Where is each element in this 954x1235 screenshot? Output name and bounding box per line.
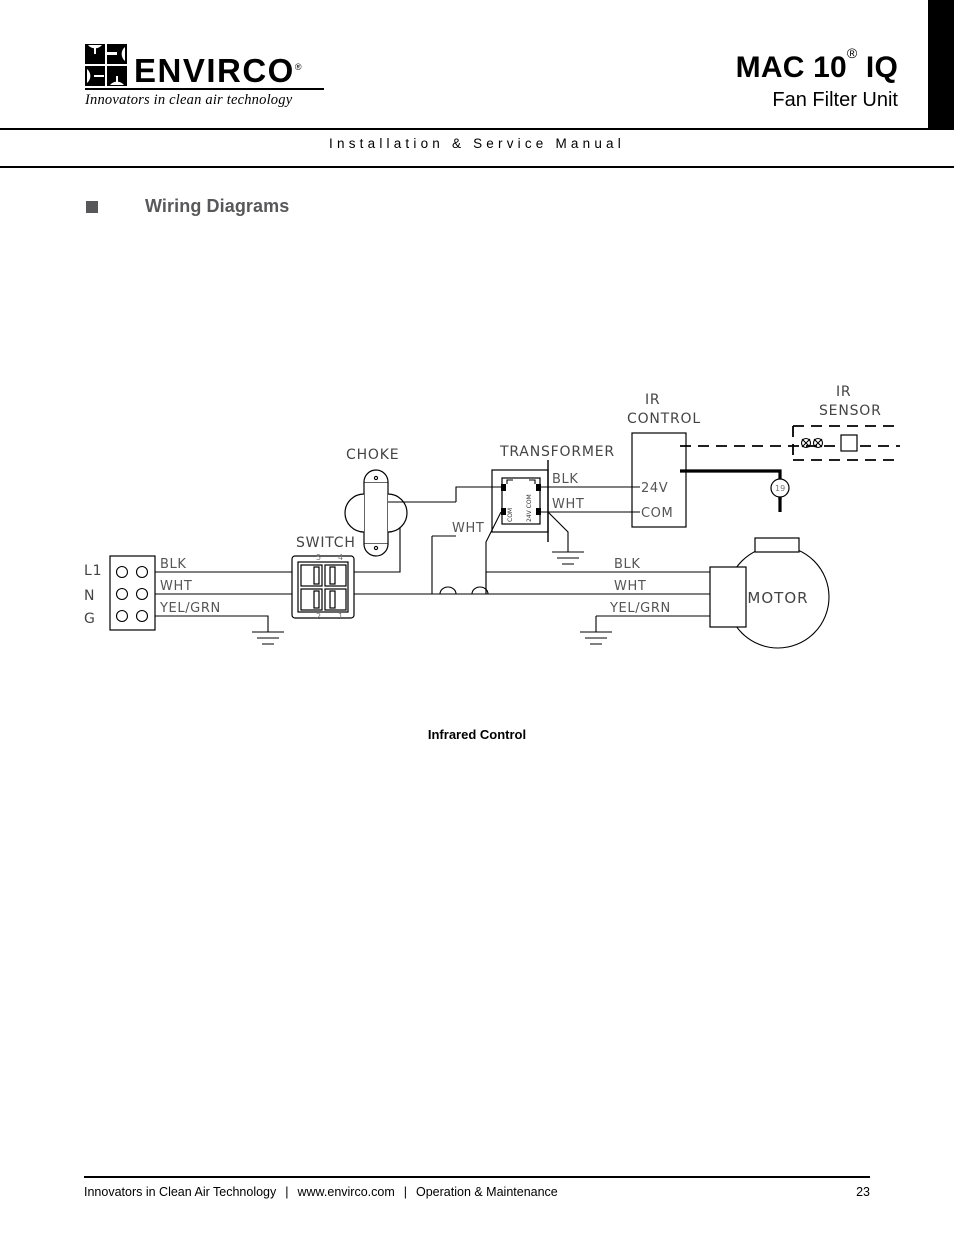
wire-label-motor-gnd: YEL/GRN <box>609 601 671 616</box>
header-accent-bar <box>928 0 954 128</box>
transformer-label: TRANSFORMER <box>499 444 615 460</box>
page: ENVIRCO® Innovators in clean air technol… <box>0 0 954 1235</box>
footer-separator-2: | <box>403 1185 407 1199</box>
page-footer: Innovators in Clean Air Technology | www… <box>84 1185 870 1199</box>
wire-label-motor-blk: BLK <box>614 557 641 572</box>
transformer-terminal-24vcom: 24V COM <box>526 494 533 522</box>
logo-registered-mark: ® <box>294 62 303 72</box>
footer-page-number: 23 <box>856 1185 870 1199</box>
header-rule-bottom <box>0 166 954 168</box>
envirco-quadrant-logo-icon <box>85 44 127 86</box>
diagram-caption: Infrared Control <box>427 727 527 742</box>
footer-separator-1: | <box>285 1185 289 1199</box>
terminal-label-l1: L1 <box>84 563 102 579</box>
ir-sensor-label-line1: IR <box>836 384 851 400</box>
node-marker-19: 19 <box>775 484 785 493</box>
terminal-label-g: G <box>84 611 96 627</box>
wire-label-transformer-in-wht: WHT <box>452 521 484 536</box>
switch-terminal-4: 4 <box>338 553 343 562</box>
switch-terminal-1: 1 <box>338 612 343 621</box>
footer-rule <box>84 1176 870 1178</box>
envirco-logo: ENVIRCO® Innovators in clean air technol… <box>85 44 324 109</box>
wire-label-motor-wht: WHT <box>614 579 646 594</box>
ir-sensor-label-line2: SENSOR <box>819 403 882 419</box>
choke-label: CHOKE <box>346 447 399 463</box>
wire-label-supply-wht: WHT <box>160 579 192 594</box>
switch-terminal-2: 2 <box>316 612 321 621</box>
wire-label-transformer-blk: BLK <box>552 472 579 487</box>
manual-type-label: Installation & Service Manual <box>329 136 625 151</box>
section-bullet-icon <box>86 200 98 213</box>
wiring-diagram: .ln{stroke:#000;stroke-width:1.1;fill:no… <box>0 360 954 690</box>
transformer-terminal-com: COM <box>507 508 514 522</box>
section-heading: Wiring Diagrams <box>86 196 289 217</box>
ir-control-label-line1: IR <box>645 392 660 408</box>
footer-tagline: Innovators in Clean Air Technology <box>84 1185 277 1199</box>
footer-document: Operation & Maintenance <box>416 1185 558 1199</box>
switch-terminal-5: 5 <box>316 553 321 562</box>
motor-label: MOTOR <box>747 589 808 607</box>
header-rule-top <box>0 128 954 130</box>
product-subtitle: Fan Filter Unit <box>772 89 898 111</box>
ir-control-terminal-24v: 24V <box>641 481 668 496</box>
wire-label-supply-blk: BLK <box>160 557 187 572</box>
footer-website[interactable]: www.envirco.com <box>298 1185 395 1199</box>
product-title: MAC 10® IQ <box>735 45 898 84</box>
switch-label: SWITCH <box>296 535 356 551</box>
product-title-registered: ® <box>846 45 858 62</box>
ir-control-terminal-com: COM <box>641 506 673 521</box>
terminal-label-n: N <box>84 588 95 604</box>
logo-brand: ENVIRCO® <box>134 52 303 89</box>
wire-label-transformer-wht: WHT <box>552 497 584 512</box>
section-title: Wiring Diagrams <box>145 196 290 216</box>
logo-tagline: Innovators in clean air technology <box>85 92 293 108</box>
product-title-block: MAC 10® IQ Fan Filter Unit <box>736 44 898 113</box>
ir-control-label-line2: CONTROL <box>627 411 701 427</box>
wire-label-supply-gnd: YEL/GRN <box>159 601 221 616</box>
